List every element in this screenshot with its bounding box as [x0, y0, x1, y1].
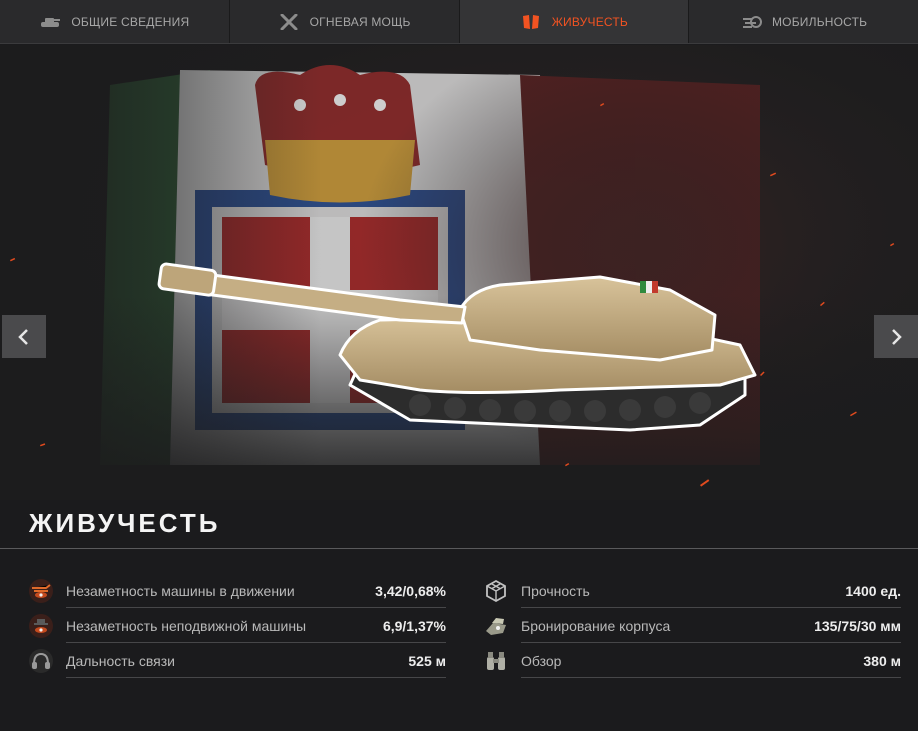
stat-label: Обзор — [521, 652, 562, 669]
tab-general-info-label: ОБЩИЕ СВЕДЕНИЯ — [71, 14, 190, 29]
hull-armor-icon — [486, 617, 506, 635]
tank-icon — [41, 17, 61, 27]
stat-row-stationary-camo: Незаметность неподвижной машины 6,9/1,37… — [27, 608, 446, 643]
tab-survivability-label: ЖИВУЧЕСТЬ — [551, 14, 628, 29]
speed-icon — [742, 15, 762, 28]
next-vehicle-button[interactable] — [874, 315, 918, 358]
vehicle-showcase — [0, 45, 918, 500]
chevron-left-icon — [18, 328, 28, 345]
stat-label: Прочность — [521, 582, 590, 599]
chevron-right-icon — [892, 328, 902, 345]
tank-roundel-icon — [640, 281, 658, 293]
stat-value: 135/75/30 мм — [814, 617, 901, 634]
stat-label: Дальность связи — [66, 652, 175, 669]
stat-row-view-range: Обзор 380 м — [482, 643, 901, 678]
tab-general-info[interactable]: ОБЩИЕ СВЕДЕНИЯ — [0, 0, 230, 43]
section-title: ЖИВУЧЕСТЬ — [29, 508, 221, 538]
crossed-guns-icon — [280, 13, 298, 30]
tab-mobility[interactable]: МОБИЛЬНОСТЬ — [689, 0, 918, 43]
tab-bar: ОБЩИЕ СВЕДЕНИЯ ОГНЕВАЯ МОЩЬ ЖИВУЧЕСТЬ МО… — [0, 0, 918, 44]
stat-row-hit-points: Прочность 1400 ед. — [482, 573, 901, 608]
section-divider — [0, 548, 918, 549]
hero-background — [0, 45, 918, 500]
stat-row-radio-range: Дальность связи 525 м — [27, 643, 446, 678]
armor-plates-icon — [522, 14, 539, 29]
row-divider — [521, 677, 901, 678]
stat-value: 525 м — [408, 652, 446, 669]
stat-label: Бронирование корпуса — [521, 617, 671, 634]
stat-label: Незаметность машины в движении — [66, 582, 295, 599]
radio-headset-icon — [29, 648, 53, 673]
tab-mobility-label: МОБИЛЬНОСТЬ — [771, 14, 868, 29]
stat-label: Незаметность неподвижной машины — [66, 617, 307, 634]
prev-vehicle-button[interactable] — [2, 315, 46, 358]
stats-column-left: Незаметность машины в движении 3,42/0,68… — [27, 573, 446, 678]
stats-column-right: Прочность 1400 ед. Бронирование корпуса … — [482, 573, 901, 678]
stat-row-hull-armor: Бронирование корпуса 135/75/30 мм — [482, 608, 901, 643]
binoculars-icon — [487, 651, 505, 670]
stat-row-moving-camo: Незаметность машины в движении 3,42/0,68… — [27, 573, 446, 608]
tab-firepower-label: ОГНЕВАЯ МОЩЬ — [309, 14, 411, 29]
stat-value: 3,42/0,68% — [375, 582, 446, 599]
moving-camo-icon — [29, 578, 53, 603]
stat-value: 6,9/1,37% — [382, 617, 446, 634]
hit-points-icon — [486, 579, 506, 602]
stat-value: 1400 ед. — [845, 582, 901, 599]
tab-survivability[interactable]: ЖИВУЧЕСТЬ — [459, 0, 690, 43]
stat-value: 380 м — [863, 652, 901, 669]
row-divider — [66, 677, 446, 678]
tab-firepower[interactable]: ОГНЕВАЯ МОЩЬ — [230, 0, 460, 43]
stationary-camo-icon — [29, 613, 53, 638]
